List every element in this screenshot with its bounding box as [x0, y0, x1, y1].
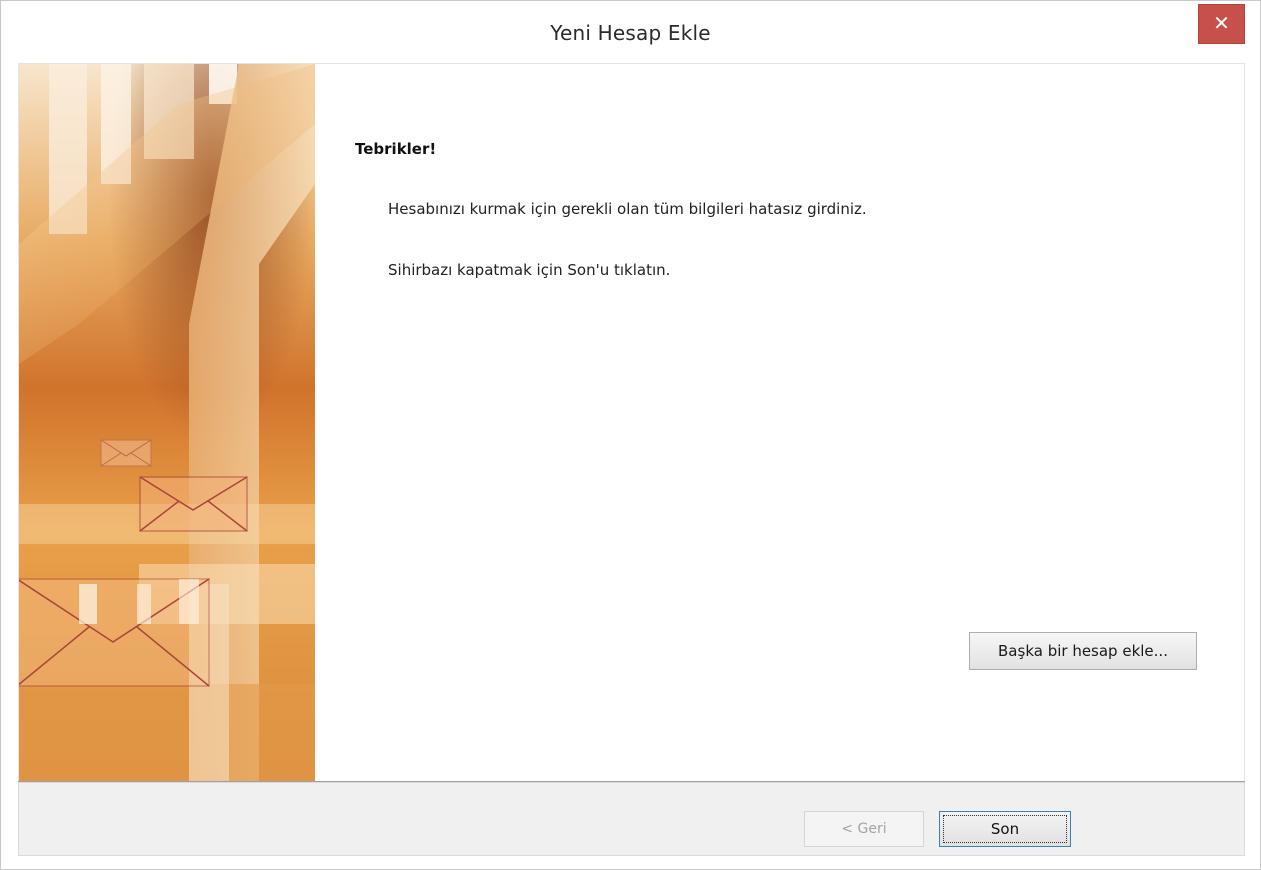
wizard-footer: < Geri Son — [18, 782, 1245, 856]
wizard-banner-image — [19, 64, 315, 783]
finish-button[interactable]: Son — [939, 811, 1071, 847]
back-button[interactable]: < Geri — [804, 811, 924, 847]
envelope-icon-small — [100, 439, 152, 467]
congratulations-heading: Tebrikler! — [355, 140, 437, 158]
mail-envelopes-illustration — [19, 64, 315, 783]
title-bar: Yeni Hesap Ekle ✕ — [1, 1, 1260, 63]
finish-button-label: Son — [990, 820, 1020, 838]
envelope-icon-medium — [139, 476, 248, 532]
info-text-setup-complete: Hesabınızı kurmak için gerekli olan tüm … — [388, 200, 867, 218]
info-text-close-wizard: Sihirbazı kapatmak için Son'u tıklatın. — [388, 261, 671, 279]
new-account-dialog: Yeni Hesap Ekle ✕ Tebrikler! Hesabınızı … — [0, 0, 1261, 870]
close-button[interactable]: ✕ — [1198, 4, 1245, 44]
add-another-account-button[interactable]: Başka bir hesap ekle... — [969, 632, 1197, 670]
close-icon: ✕ — [1213, 11, 1230, 35]
dialog-title: Yeni Hesap Ekle — [550, 21, 711, 45]
wizard-content: Tebrikler! Hesabınızı kurmak için gerekl… — [18, 63, 1245, 783]
